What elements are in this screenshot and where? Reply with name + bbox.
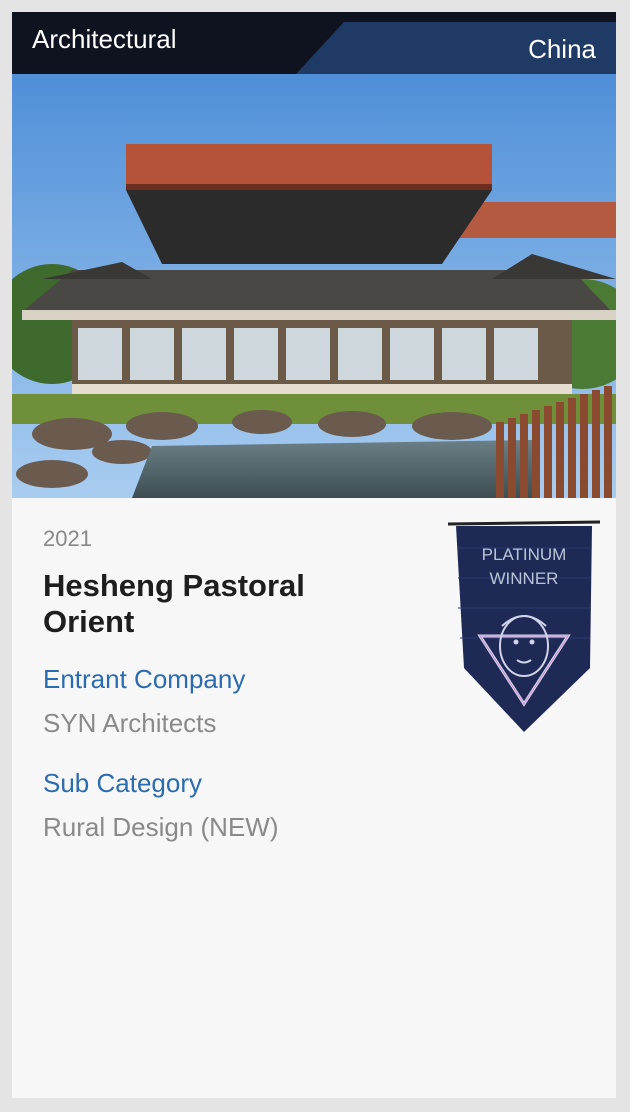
- category-label: Architectural: [32, 24, 177, 54]
- entrant-company-label: Entrant Company: [43, 664, 246, 694]
- badge-line1: PLATINUM: [482, 545, 567, 564]
- sub-category-label: Sub Category: [43, 768, 202, 798]
- country-label: China: [528, 34, 596, 64]
- award-card[interactable]: Architectural China 2021 Hesheng Pastora…: [12, 12, 616, 1098]
- platinum-winner-badge-icon: PLATINUM WINNER: [447, 520, 601, 732]
- entry-year: 2021: [43, 526, 92, 551]
- project-photo: [12, 74, 616, 498]
- entrant-company-value: SYN Architects: [43, 708, 217, 738]
- badge-line2: WINNER: [490, 569, 559, 588]
- card-header: Architectural China: [12, 12, 616, 74]
- sub-category-value: Rural Design (NEW): [43, 812, 279, 842]
- entry-title[interactable]: Hesheng Pastoral Orient: [43, 568, 383, 640]
